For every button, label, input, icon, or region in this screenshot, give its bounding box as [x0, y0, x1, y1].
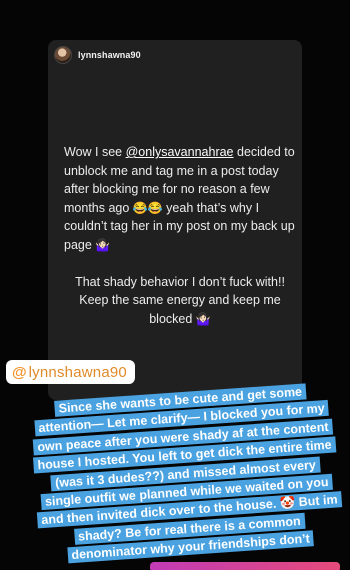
- mention-sticker-username: lynnshawna90: [28, 363, 127, 381]
- caption-text-a: Wow I see: [64, 145, 126, 159]
- caption-paragraph-1: Wow I see @onlysavannahrae decided to un…: [64, 143, 296, 255]
- story-text-overlay: Since she wants to be cute and get some …: [29, 381, 343, 567]
- story-frame: lynnshawna90 Wow I see @onlysavannahrae …: [0, 0, 350, 570]
- bottom-gradient-sticker: [150, 562, 340, 570]
- at-sign-icon: @: [12, 363, 27, 381]
- overlay-highlighted-text: Since she wants to be cute and get some …: [32, 383, 343, 564]
- caption-paragraph-2: That shady behavior I don’t fuck with!! …: [64, 273, 296, 329]
- post-caption: Wow I see @onlysavannahrae decided to un…: [64, 143, 296, 328]
- inline-mention-link[interactable]: @onlysavannahrae: [126, 145, 234, 159]
- profile-avatar[interactable]: [54, 46, 72, 64]
- caption-text-d: That shady behavior I don’t fuck with!! …: [75, 274, 285, 326]
- mention-sticker[interactable]: @ lynnshawna90: [6, 360, 135, 384]
- shrug-emoji-icon: 🤷🏻‍♀️: [95, 237, 111, 252]
- shared-post-card[interactable]: lynnshawna90 Wow I see @onlysavannahrae …: [48, 40, 302, 400]
- post-username[interactable]: lynnshawna90: [78, 50, 141, 60]
- laughing-emoji-icon: 😂😂: [132, 200, 163, 215]
- shrug-emoji-icon-2: 🤷🏻‍♀️: [195, 311, 211, 326]
